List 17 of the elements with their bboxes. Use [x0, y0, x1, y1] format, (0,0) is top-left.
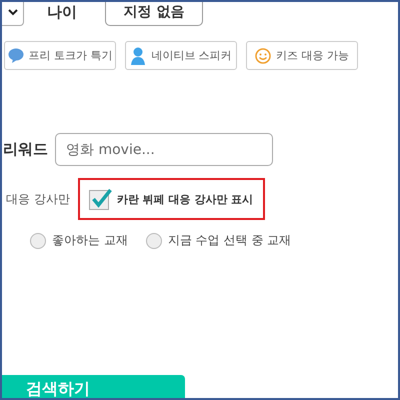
age-dropdown[interactable] [2, 2, 24, 26]
keyword-label: 리워드 [3, 140, 49, 159]
filter-label: 대응 강사만 [6, 191, 70, 207]
feature-tag-button[interactable]: 네이티브 스피커 [125, 41, 237, 70]
checkbox-label: 카란 뷔페 대응 강사만 표시 [116, 192, 254, 206]
no-preference-button[interactable]: 지정 없음 [105, 2, 203, 26]
material-radio[interactable]: 좋아하는 교재 [30, 232, 128, 249]
speech-bubble-icon [8, 48, 24, 63]
material-radio[interactable]: 지금 수업 선택 중 교재 [146, 232, 292, 249]
age-label: 나이 [47, 3, 78, 22]
checkbox[interactable] [88, 187, 113, 211]
feature-tag-button[interactable]: 프리 토크가 특기 [4, 41, 116, 70]
person-icon [130, 46, 146, 64]
chevron-down-icon [8, 8, 18, 16]
feature-tag-button[interactable]: 키즈 대응 가능 [246, 41, 358, 70]
smiley-icon [255, 48, 271, 64]
keyword-field[interactable]: 영화 movie... [55, 133, 273, 166]
